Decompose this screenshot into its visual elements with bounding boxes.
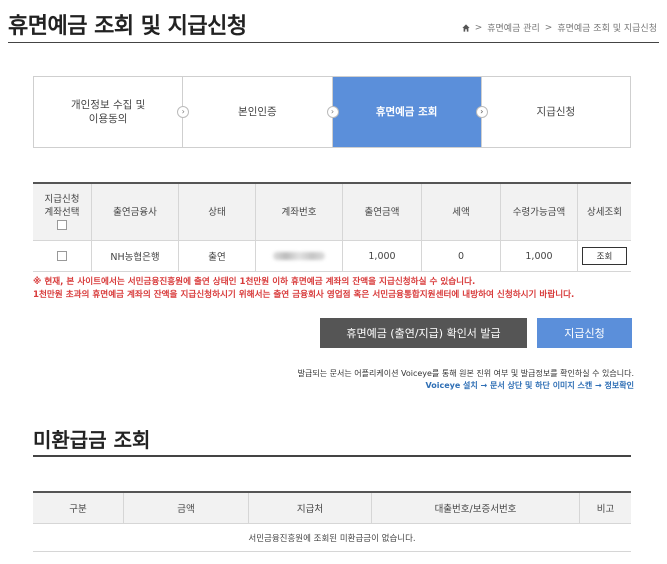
table-row: 서민금융진흥원에 조회된 미환급금이 없습니다. (33, 523, 631, 552)
empty-message: 서민금융진흥원에 조회된 미환급금이 없습니다. (33, 523, 631, 552)
breadcrumb-item[interactable]: 휴면예금 조회 및 지급신청 (557, 21, 657, 34)
row-account (255, 240, 343, 272)
masked-account-number (273, 252, 325, 260)
apply-button[interactable]: 지급신청 (537, 318, 632, 348)
col-receivable: 수령가능금액 (500, 182, 578, 241)
step-verification: 본인인증 › (183, 77, 339, 147)
col-select: 지급신청 계좌선택 (33, 182, 92, 241)
step-label: 개인정보 수집 및 이용동의 (70, 99, 146, 125)
col-remarks: 비고 (579, 491, 631, 524)
row-detail: 조회 (577, 240, 631, 272)
table-row: NH농협은행 출연 1,000 0 1,000 조회 (33, 240, 631, 272)
header-divider (8, 42, 659, 43)
chevron-right-icon: › (326, 106, 339, 118)
col-category: 구분 (33, 491, 124, 524)
row-amount: 1,000 (342, 240, 422, 272)
row-receivable: 1,000 (500, 240, 578, 272)
select-all-checkbox[interactable] (57, 220, 67, 230)
step-inquiry: 휴면예금 조회 › (332, 77, 488, 147)
unpaid-refund-table: 구분 금액 지급처 대출번호/보증서번호 비고 서민금융진흥원에 조회된 미환급… (33, 491, 631, 552)
row-tax: 0 (421, 240, 501, 272)
home-icon[interactable] (462, 23, 470, 32)
notice-line: 1천만원 초과의 휴면예금 계좌의 잔액을 지급신청하시기 위해서는 출연 금융… (33, 290, 575, 300)
step-indicator: 개인정보 수집 및 이용동의 › 본인인증 › 휴면예금 조회 › 지급신청 (33, 76, 631, 148)
chevron-right-icon: › (475, 106, 488, 118)
col-amount: 금액 (123, 491, 249, 524)
col-status: 상태 (178, 182, 256, 241)
notice-line: ※ 현재, 본 사이트에서는 서민금융진흥원에 출연 상태인 1천만원 이하 휴… (33, 277, 476, 287)
unpaid-section-title: 미환급금 조회 (33, 428, 151, 452)
detail-button[interactable]: 조회 (581, 247, 628, 265)
row-status: 출연 (178, 240, 256, 272)
breadcrumb-separator-icon: > (544, 22, 553, 33)
section-divider (33, 455, 631, 457)
col-amount: 출연금액 (342, 182, 422, 241)
step-apply: 지급신청 (482, 77, 630, 147)
breadcrumb-item[interactable]: 휴면예금 관리 (487, 21, 540, 34)
breadcrumb-separator-icon: > (474, 22, 483, 33)
page-header: 휴면예금 조회 및 지급신청 > 휴면예금 관리 > 휴면예금 조회 및 지급신… (0, 0, 667, 44)
col-account: 계좌번호 (255, 182, 343, 241)
voiceye-steps: Voiceye 설치 → 문서 상단 및 하단 이미지 스캔 → 정보확인 (425, 381, 634, 390)
col-tax: 세액 (421, 182, 501, 241)
row-checkbox[interactable] (57, 251, 67, 261)
col-detail: 상세조회 (577, 182, 631, 241)
step-label: 휴면예금 조회 (375, 106, 438, 118)
step-label: 지급신청 (536, 106, 576, 118)
issue-certificate-button[interactable]: 휴면예금 (출연/지급) 확인서 발급 (320, 318, 527, 348)
col-payer: 지급처 (248, 491, 372, 524)
col-loan-number: 대출번호/보증서번호 (371, 491, 580, 524)
step-label: 본인인증 (238, 106, 277, 118)
row-select (33, 240, 92, 272)
notice: ※ 현재, 본 사이트에서는 서민금융진흥원에 출연 상태인 1천만원 이하 휴… (33, 276, 633, 302)
page-title: 휴면예금 조회 및 지급신청 (8, 14, 247, 39)
col-bank: 출연금융사 (91, 182, 179, 241)
voiceye-note: 발급되는 문서는 어플리케이션 Voiceye를 통해 원본 진위 여부 및 발… (297, 369, 634, 378)
row-bank: NH농협은행 (91, 240, 179, 272)
breadcrumb: > 휴면예금 관리 > 휴면예금 조회 및 지급신청 (462, 21, 657, 34)
step-consent: 개인정보 수집 및 이용동의 › (34, 77, 190, 147)
dormant-account-table: 지급신청 계좌선택 출연금융사 상태 계좌번호 출연금액 세액 수령가능금액 상… (33, 182, 631, 272)
